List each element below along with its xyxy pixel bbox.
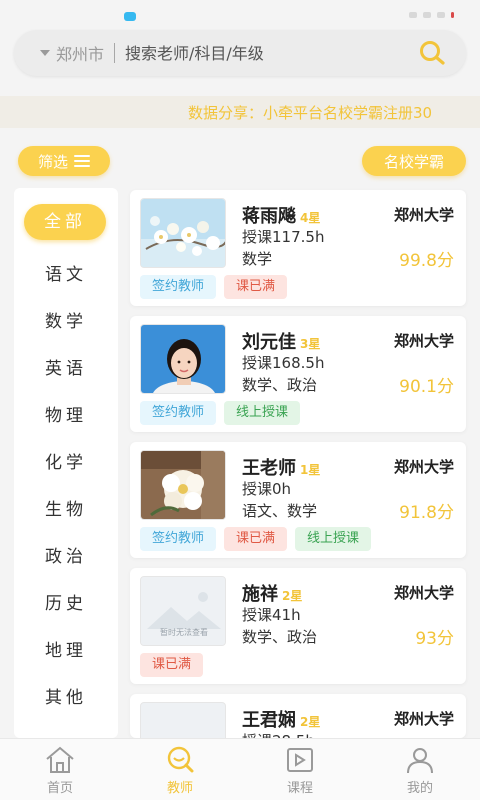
teacher-stars: 2星 bbox=[282, 589, 303, 603]
teacher-hours: 授课41h bbox=[242, 606, 301, 624]
nav-course[interactable]: 课程 bbox=[240, 739, 360, 800]
teacher-name: 刘元佳 3星 bbox=[242, 332, 321, 353]
search-input[interactable] bbox=[125, 43, 412, 63]
photo-placeholder-text: 暂时无法查看 bbox=[160, 628, 208, 637]
home-icon bbox=[46, 746, 74, 773]
teacher-score: 90.1分 bbox=[399, 377, 454, 397]
filter-label: 筛选 bbox=[37, 152, 68, 171]
teacher-tags: 签约教师 线上授课 bbox=[140, 401, 301, 425]
subject-chemistry[interactable]: 化学 bbox=[14, 448, 118, 473]
subject-chinese[interactable]: 语文 bbox=[14, 260, 118, 285]
teacher-card[interactable]: 王老师 1星 郑州大学 授课0h 语文、数学 91.8分 签约教师 课已满 线上授… bbox=[130, 442, 466, 558]
teacher-hours: 授课117.5h bbox=[242, 228, 325, 246]
announcement-ticker: 数据分享：小牵平台名校学霸注册30 bbox=[0, 96, 480, 128]
teacher-score: 91.8分 bbox=[399, 503, 454, 523]
teacher-hours: 授课0h bbox=[242, 480, 292, 498]
teacher-hours: 授课28.5h bbox=[242, 730, 315, 738]
teacher-photo bbox=[140, 198, 226, 268]
teacher-icon bbox=[167, 746, 194, 773]
nav-teacher[interactable]: 教师 bbox=[120, 739, 240, 800]
teacher-stars: 4星 bbox=[300, 211, 321, 225]
nav-home-label: 首页 bbox=[46, 781, 73, 796]
subject-sidebar: 全部 语文 数学 英语 物理 化学 生物 政治 历史 地理 其他 bbox=[14, 188, 118, 738]
teacher-school: 郑州大学 bbox=[393, 458, 454, 476]
teacher-card[interactable]: 蒋雨飚 4星 郑州大学 授课117.5h 数学 99.8分 签约教师 课已满 bbox=[130, 190, 466, 306]
notification-icon bbox=[124, 12, 136, 21]
search-icon[interactable] bbox=[412, 33, 452, 73]
tag-full: 课已满 bbox=[224, 275, 288, 299]
teacher-stars: 1星 bbox=[300, 463, 321, 477]
teacher-card[interactable]: 刘元佳 3星 郑州大学 授课168.5h 数学、政治 90.1分 签约教师 线上授… bbox=[130, 316, 466, 432]
teacher-school: 郑州大学 bbox=[393, 710, 454, 728]
menu-icon bbox=[74, 155, 90, 167]
teacher-name: 王君娴 2星 bbox=[242, 710, 321, 731]
nav-course-label: 课程 bbox=[286, 781, 313, 796]
city-selector[interactable]: 郑州市 bbox=[40, 41, 104, 65]
subject-other[interactable]: 其他 bbox=[14, 683, 118, 708]
teacher-stars: 3星 bbox=[300, 337, 321, 351]
subject-math[interactable]: 数学 bbox=[14, 307, 118, 332]
nav-mine[interactable]: 我的 bbox=[360, 739, 480, 800]
subject-history[interactable]: 历史 bbox=[14, 589, 118, 614]
tag-contract: 签约教师 bbox=[140, 275, 217, 299]
teacher-subjects: 数学、政治 bbox=[242, 628, 318, 646]
tag-full: 课已满 bbox=[140, 653, 204, 677]
subject-physics[interactable]: 物理 bbox=[14, 401, 118, 426]
status-bar bbox=[0, 0, 480, 28]
ticker-text: 数据分享：小牵平台名校学霸注册30 bbox=[188, 104, 433, 122]
profile-icon bbox=[407, 748, 433, 774]
famous-school-button[interactable]: 名校学霸 bbox=[362, 146, 466, 176]
subject-politics[interactable]: 政治 bbox=[14, 542, 118, 567]
search-bar: 郑州市 bbox=[14, 30, 466, 76]
status-icons bbox=[384, 12, 454, 20]
nav-home[interactable]: 首页 bbox=[0, 739, 120, 800]
teacher-subjects: 数学 bbox=[242, 250, 273, 268]
subject-english[interactable]: 英语 bbox=[14, 354, 118, 379]
nav-mine-label: 我的 bbox=[406, 781, 433, 796]
teacher-score: 93分 bbox=[415, 629, 454, 649]
teacher-name: 蒋雨飚 4星 bbox=[242, 206, 321, 227]
tag-online: 线上授课 bbox=[224, 401, 301, 425]
teacher-card[interactable]: 暂时无法查看 施祥 2星 郑州大学 授课41h 数学、政治 93分 课已满 bbox=[130, 568, 466, 684]
teacher-subjects: 数学、政治 bbox=[242, 376, 318, 394]
tag-contract: 签约教师 bbox=[140, 527, 217, 551]
filter-button[interactable]: 筛选 bbox=[18, 146, 110, 176]
bottom-navigation: 首页 教师 课程 我的 bbox=[0, 738, 480, 800]
tag-online: 线上授课 bbox=[295, 527, 372, 551]
teacher-school: 郑州大学 bbox=[393, 584, 454, 602]
tag-full: 课已满 bbox=[224, 527, 288, 551]
subject-geography[interactable]: 地理 bbox=[14, 636, 118, 661]
city-label: 郑州市 bbox=[56, 45, 105, 64]
teacher-stars: 2星 bbox=[300, 715, 321, 729]
teacher-name: 施祥 2星 bbox=[242, 584, 303, 605]
teacher-photo-placeholder bbox=[140, 702, 226, 738]
search-divider bbox=[114, 43, 116, 63]
teacher-photo-placeholder: 暂时无法查看 bbox=[140, 576, 226, 646]
teacher-school: 郑州大学 bbox=[393, 332, 454, 350]
teacher-photo bbox=[140, 324, 226, 394]
course-icon bbox=[287, 748, 313, 772]
dropdown-triangle-icon bbox=[40, 50, 50, 56]
teacher-subjects: 语文、数学 bbox=[242, 502, 318, 520]
teacher-tags: 签约教师 课已满 bbox=[140, 275, 288, 299]
teacher-card[interactable]: 王君娴2星 郑州大学 授课28.5h bbox=[130, 694, 466, 738]
tag-contract: 签约教师 bbox=[140, 401, 217, 425]
subject-biology[interactable]: 生物 bbox=[14, 495, 118, 520]
teacher-score: 99.8分 bbox=[399, 251, 454, 271]
teacher-name: 王老师 1星 bbox=[242, 458, 321, 479]
teacher-tags: 签约教师 课已满 线上授课 bbox=[140, 527, 372, 551]
subject-all[interactable]: 全部 bbox=[24, 204, 106, 240]
teacher-tags: 课已满 bbox=[140, 653, 204, 677]
teacher-hours: 授课168.5h bbox=[242, 354, 325, 372]
teacher-school: 郑州大学 bbox=[393, 206, 454, 224]
famous-label: 名校学霸 bbox=[383, 152, 444, 171]
nav-teacher-label: 教师 bbox=[166, 781, 193, 796]
teacher-photo bbox=[140, 450, 226, 520]
